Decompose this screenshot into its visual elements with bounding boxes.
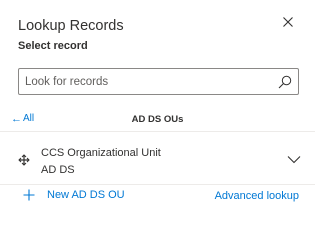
- advanced-lookup-link[interactable]: Advanced lookup: [215, 190, 299, 202]
- chevron-down-icon[interactable]: [287, 155, 301, 164]
- close-icon[interactable]: [280, 14, 296, 30]
- entity-label: AD DS OUs: [131, 114, 184, 125]
- new-record-label: New AD DS OU: [47, 189, 125, 201]
- divider: [0, 131, 315, 132]
- record-name: CCS Organizational Unit: [41, 147, 161, 159]
- dialog-title: Lookup Records: [18, 18, 124, 34]
- record-move-icon: [18, 154, 30, 166]
- list-item[interactable]: CCS Organizational Unit AD DS: [0, 138, 315, 182]
- record-subtitle: AD DS: [41, 164, 75, 176]
- new-record-button[interactable]: New AD DS OU: [23, 189, 125, 201]
- divider: [0, 184, 315, 185]
- search-box: [18, 68, 299, 95]
- dialog-subtitle: Select record: [18, 40, 88, 52]
- plus-icon: [23, 189, 35, 201]
- search-input[interactable]: [25, 69, 265, 94]
- search-icon[interactable]: [277, 74, 293, 90]
